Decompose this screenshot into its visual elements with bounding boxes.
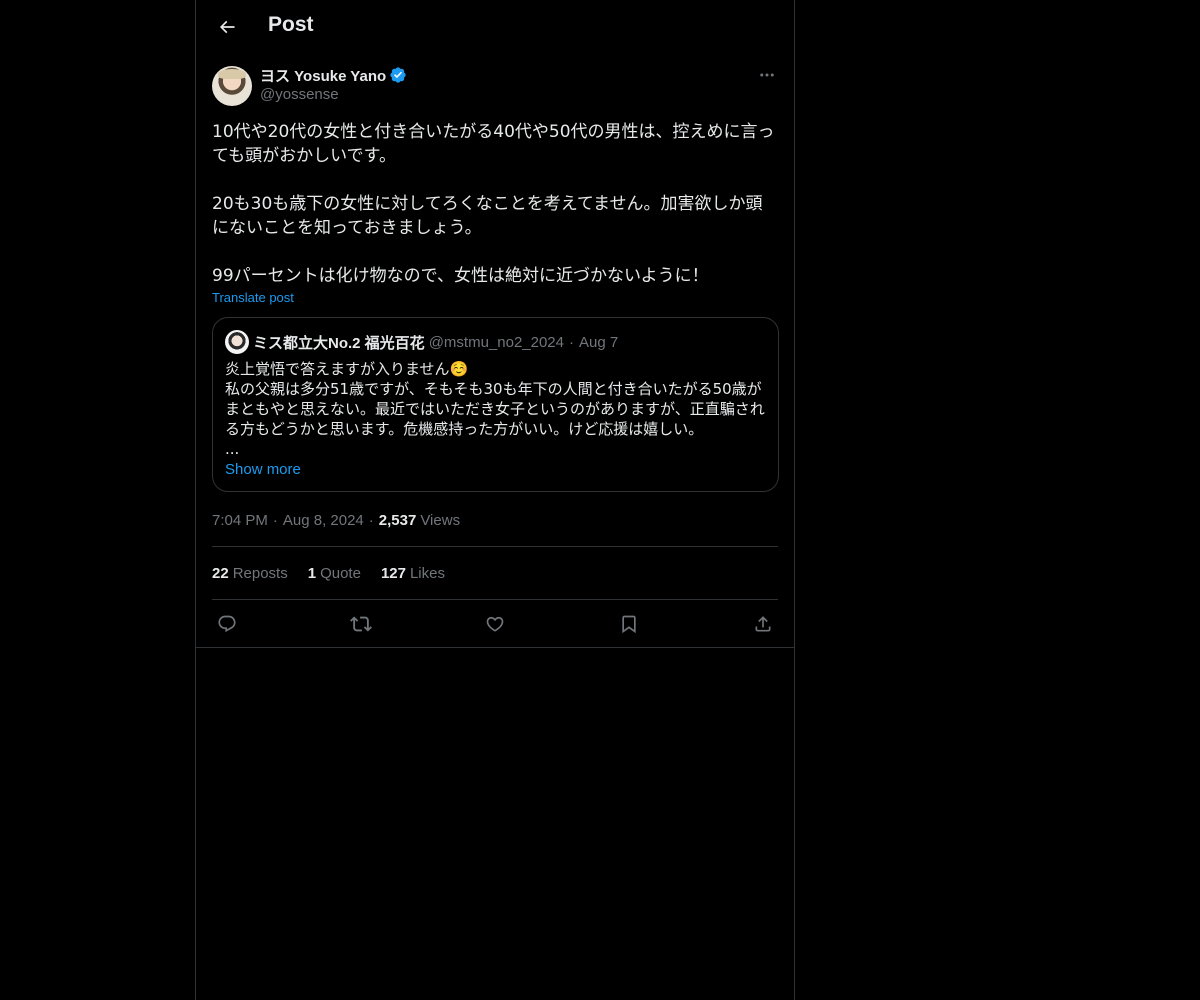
page-title: Post [268, 13, 314, 36]
share-icon [755, 616, 771, 632]
author-handle[interactable]: @yossense [260, 86, 407, 103]
quote-header: ミス都立大No.2 福光百花 @mstmu_no2_2024 · Aug 7 [225, 329, 766, 355]
repost-icon [350, 616, 372, 632]
more-options-button[interactable] [756, 64, 778, 86]
back-button[interactable] [210, 10, 244, 44]
display-name-row: ヨス Yosuke Yano [260, 64, 407, 86]
reposts-count: 22 [212, 564, 229, 582]
reply-button[interactable] [216, 613, 238, 635]
author-names: ヨス Yosuke Yano @yossense [260, 64, 407, 103]
show-more-link[interactable]: Show more [225, 461, 301, 478]
likes-stat[interactable]: 127 Likes [381, 565, 445, 582]
quote-text: 炎上覚悟で答えますが入りません☺️ 私の父親は多分51歳ですが、そもそも30も年… [225, 360, 765, 458]
arrow-left-icon [219, 20, 235, 34]
post-bottom-border [196, 647, 794, 648]
quote-avatar [225, 330, 249, 354]
views-count: 2,537 [378, 511, 417, 529]
post-date[interactable]: Aug 8, 2024 [283, 512, 364, 529]
main-column: Post ヨス Yosuke Yano @yossense 10代や20代の女性… [195, 0, 795, 1000]
views-label: Views [420, 511, 461, 529]
heart-icon [486, 616, 504, 632]
author-row: ヨス Yosuke Yano @yossense [212, 64, 778, 108]
separator-dot: · [569, 333, 574, 351]
more-horizontal-icon [760, 73, 774, 77]
like-button[interactable] [484, 613, 506, 635]
avatar[interactable] [212, 66, 252, 106]
verified-badge-icon [389, 66, 407, 84]
post-time[interactable]: 7:04 PM [212, 512, 268, 529]
page-header: Post [196, 0, 794, 53]
translate-post-link[interactable]: Translate post [212, 290, 294, 305]
author-display-name[interactable]: ヨス Yosuke Yano [260, 65, 386, 86]
separator-dot: · [272, 511, 278, 529]
quote-handle: @mstmu_no2_2024 [428, 333, 564, 351]
quote-display-name: ミス都立大No.2 福光百花 [253, 334, 425, 352]
quoted-post[interactable]: ミス都立大No.2 福光百花 @mstmu_no2_2024 · Aug 7 炎… [212, 317, 779, 492]
repost-button[interactable] [350, 613, 372, 635]
likes-label: Likes [409, 564, 445, 582]
bookmark-button[interactable] [618, 613, 640, 635]
post: ヨス Yosuke Yano @yossense 10代や20代の女性と付き合い… [212, 64, 779, 648]
separator-dot: · [368, 511, 374, 529]
bookmark-icon [622, 615, 636, 634]
quotes-stat[interactable]: 1 Quote [308, 565, 361, 582]
post-meta: 7:04 PM · Aug 8, 2024 · 2,537 Views [212, 508, 778, 532]
reply-icon [218, 615, 236, 633]
reposts-stat[interactable]: 22 Reposts [212, 565, 288, 582]
action-bar [212, 600, 778, 648]
quotes-count: 1 [307, 564, 317, 582]
post-text: 10代や20代の女性と付き合いたがる40代や50代の男性は、控えめに言っても頭が… [212, 122, 775, 286]
share-button[interactable] [752, 613, 774, 635]
reposts-label: Reposts [232, 564, 288, 582]
quotes-label: Quote [320, 564, 361, 582]
quote-date: Aug 7 [579, 333, 619, 351]
likes-count: 127 [380, 564, 406, 582]
engagement-stats: 22 Reposts 1 Quote 127 Likes [212, 547, 778, 599]
